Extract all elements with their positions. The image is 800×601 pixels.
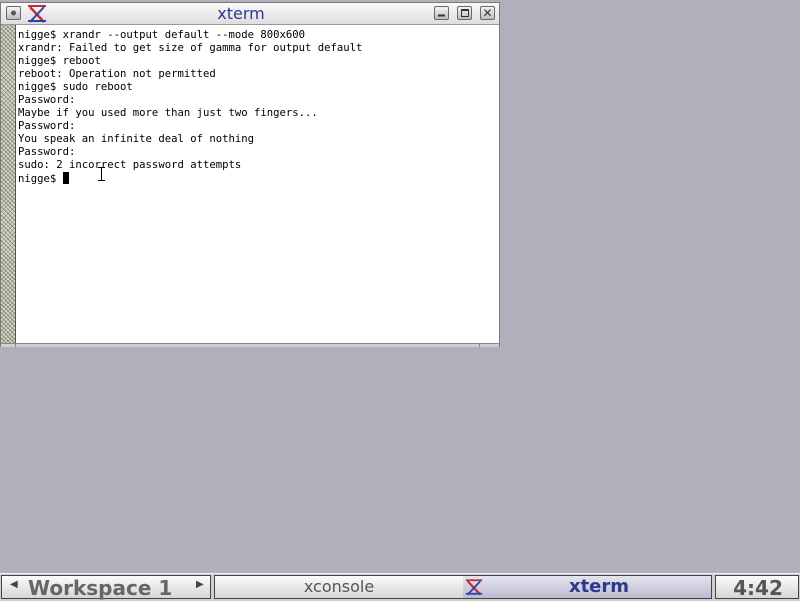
shell-prompt: nigge$ [18, 173, 63, 185]
terminal-line: Password: [18, 94, 76, 106]
window-menu-button[interactable] [6, 6, 21, 20]
ibeam-cursor-icon [98, 167, 105, 181]
window-menu-icon [7, 10, 20, 16]
taskbar: ◀ Workspace 1 ▶ xconsole xterm 4:42 [0, 573, 800, 601]
task-label: xconsole [303, 577, 375, 596]
terminal-line: xrandr: Failed to get size of gamma for … [18, 42, 363, 54]
xterm-window[interactable]: xterm ✕ nigge$ xrandr --output default -… [0, 2, 500, 347]
terminal-line: nigge$ sudo reboot [18, 81, 133, 93]
terminal-line: nigge$ xrandr --output default --mode 80… [18, 29, 306, 41]
window-bottom-border[interactable] [1, 343, 499, 347]
task-label: xterm [568, 576, 630, 597]
text-cursor [62, 172, 69, 184]
prompt-line[interactable]: nigge$ [18, 172, 499, 185]
maximize-icon [458, 9, 471, 17]
window-title: xterm [217, 4, 265, 23]
task-list: xconsole xterm [214, 575, 712, 599]
terminal-line: Password: [18, 146, 76, 158]
terminal-line: sudo: 2 incorrect password attempts [18, 159, 242, 171]
terminal-line: You speak an infinite deal of nothing [18, 133, 254, 145]
previous-workspace-icon[interactable]: ◀ [10, 579, 18, 590]
next-workspace-icon[interactable]: ▶ [196, 579, 204, 590]
close-button[interactable]: ✕ [480, 6, 495, 20]
clock: 4:42 [733, 576, 783, 600]
maximize-button[interactable] [457, 6, 472, 20]
terminal-line: reboot: Operation not permitted [18, 68, 216, 80]
terminal-line: Maybe if you used more than just two fin… [18, 107, 318, 119]
close-icon: ✕ [482, 6, 493, 20]
task-xconsole[interactable]: xconsole [215, 576, 463, 598]
minimize-icon [435, 10, 448, 17]
x-logo-icon [28, 5, 46, 23]
task-xterm[interactable]: xterm [463, 576, 711, 598]
minimize-button[interactable] [434, 6, 449, 20]
workspace-label[interactable]: Workspace 1 [28, 576, 172, 600]
terminal-line: Password: [18, 120, 76, 132]
terminal-line: nigge$ reboot [18, 55, 101, 67]
terminal-output[interactable]: nigge$ xrandr --output default --mode 80… [16, 25, 499, 343]
title-bar[interactable]: xterm ✕ [1, 3, 499, 25]
clock-panel: 4:42 [715, 575, 799, 600]
workspace-switcher: ◀ Workspace 1 ▶ [1, 575, 211, 600]
terminal-scrollbar[interactable] [1, 25, 16, 343]
